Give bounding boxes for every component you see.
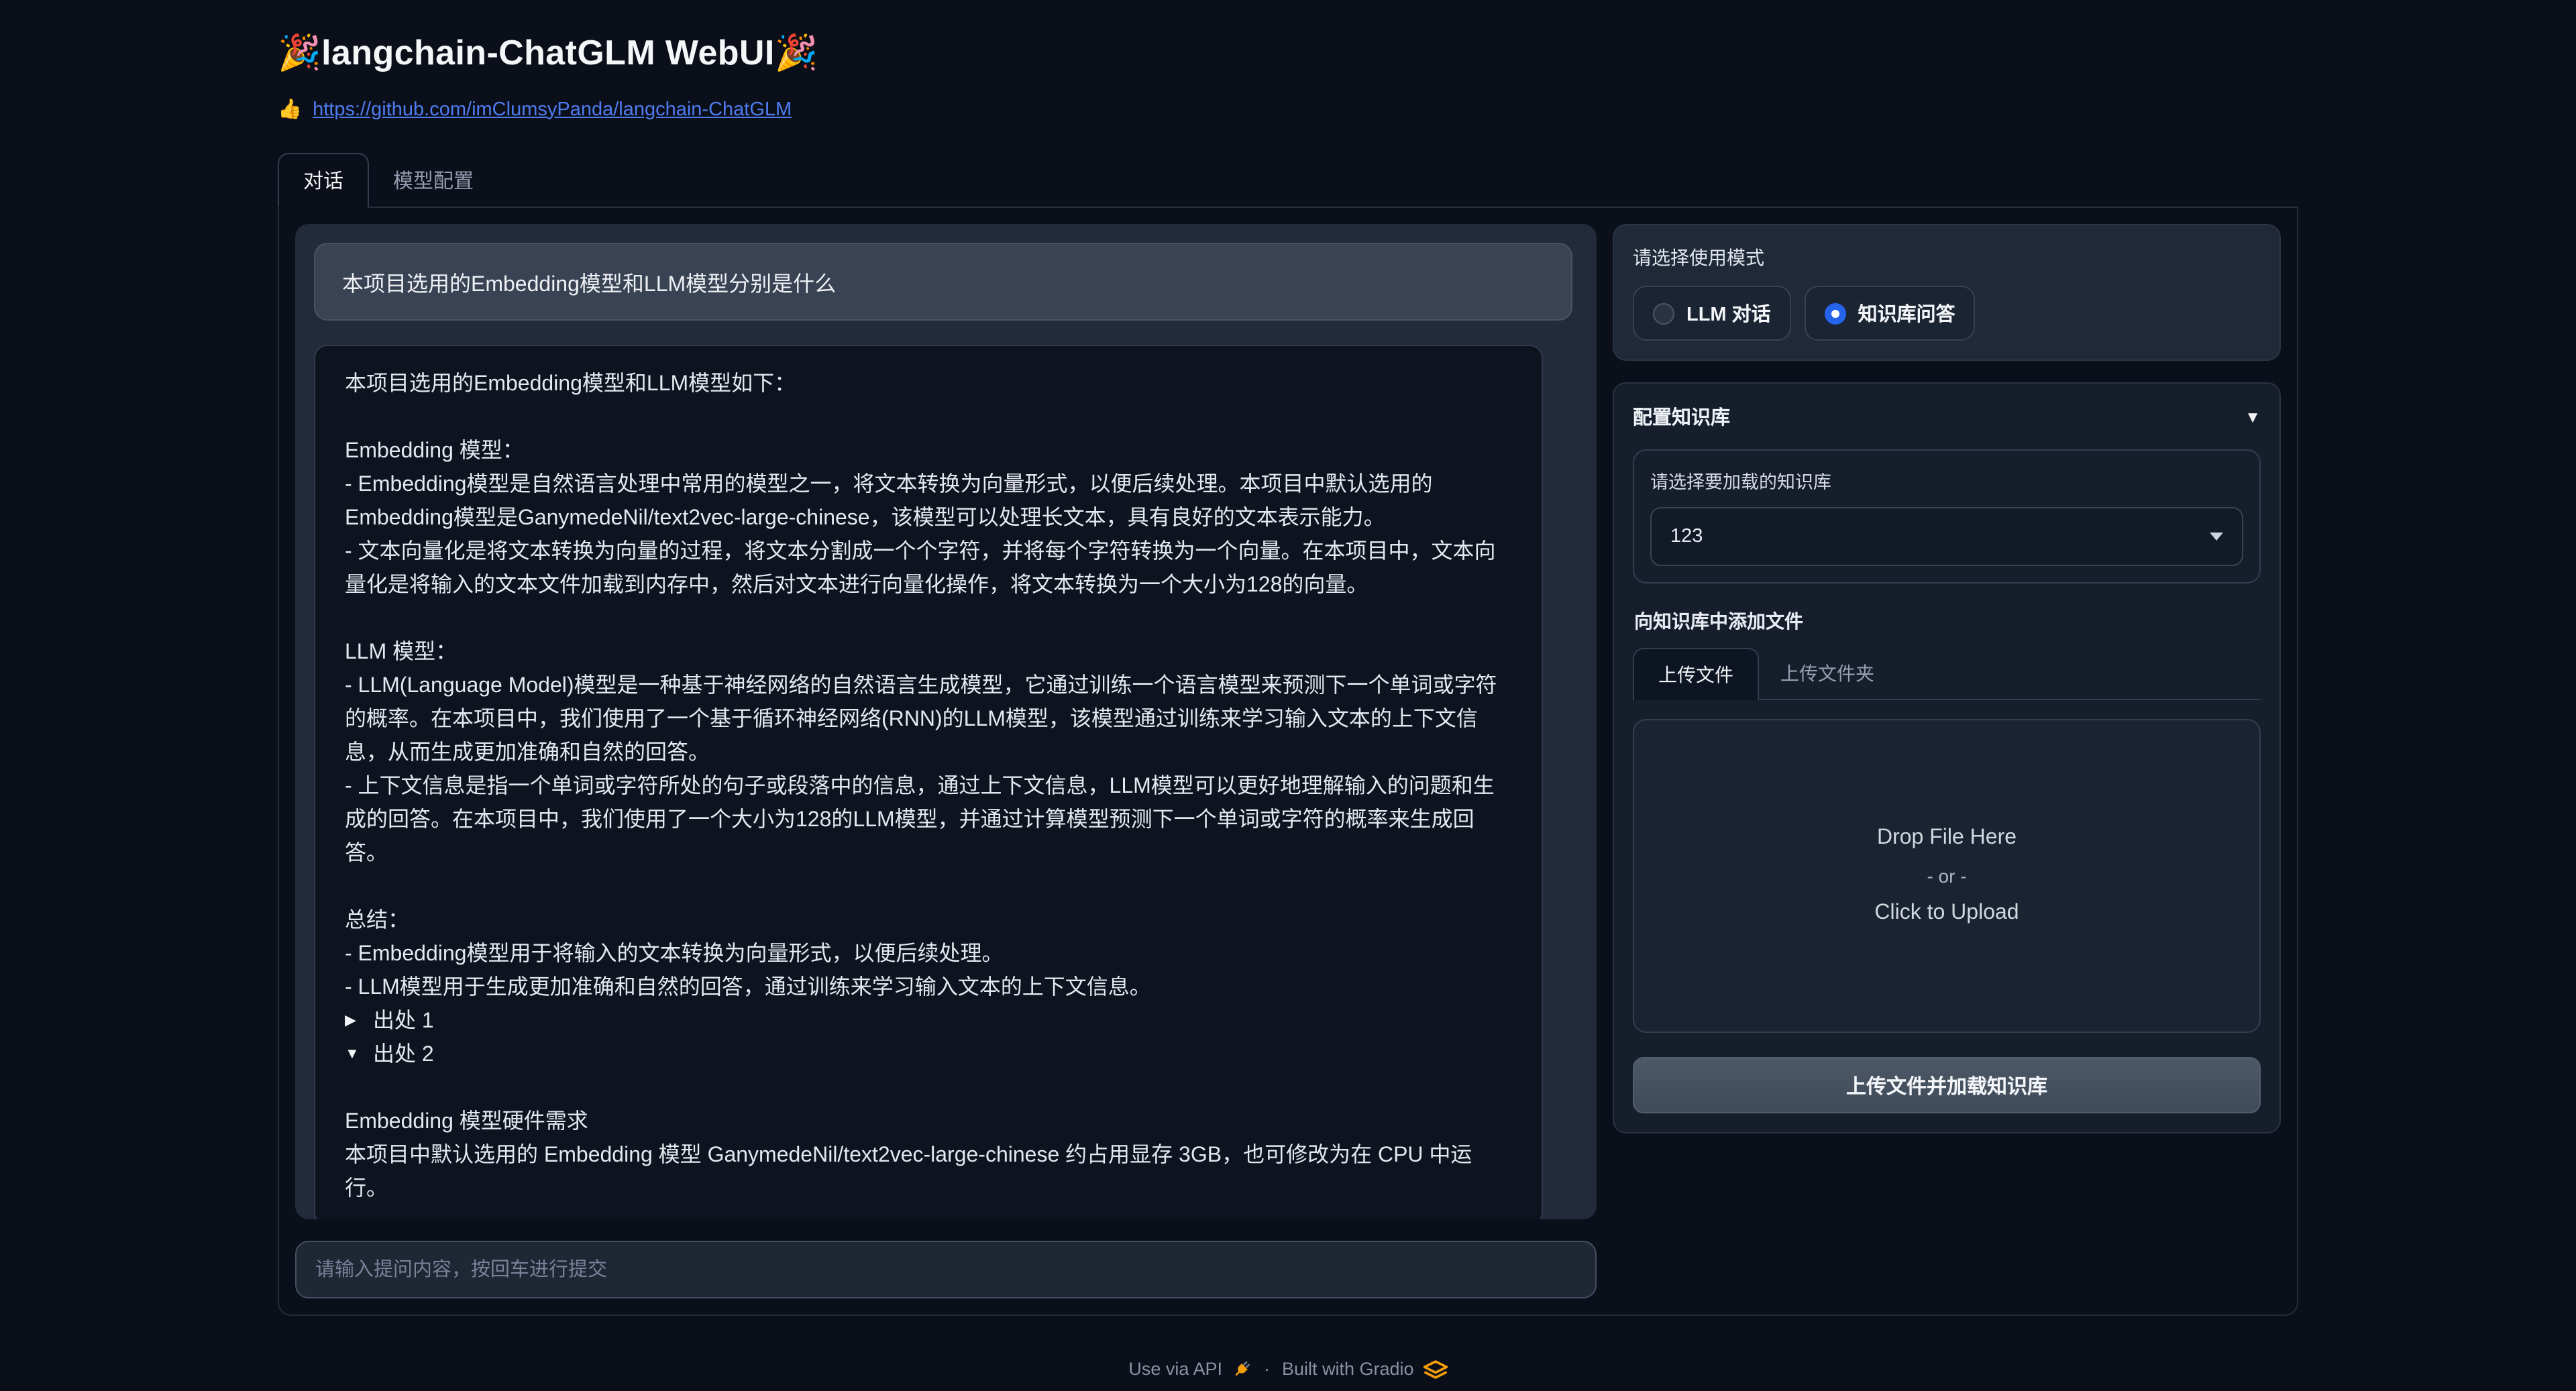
- question-input[interactable]: [295, 1241, 1597, 1298]
- footer-separator: ·: [1264, 1359, 1270, 1379]
- gradio-logo-icon: [1424, 1359, 1448, 1378]
- spacer: [345, 1072, 1512, 1105]
- source-2-content-body: 本项目中默认选用的 Embedding 模型 GanymedeNil/text2…: [345, 1139, 1512, 1206]
- bot-paragraph: - 上下文信息是指一个单词或字符所处的句子或段落中的信息，通过上下文信息，LLM…: [345, 770, 1512, 871]
- file-dropzone[interactable]: Drop File Here - or - Click to Upload: [1633, 719, 2261, 1033]
- use-via-api-link[interactable]: Use via API: [1128, 1359, 1252, 1379]
- kb-select-group: 请选择要加载的知识库 123: [1633, 449, 2261, 583]
- chatbot-window[interactable]: 本项目选用的Embedding模型和LLM模型分别是什么 本项目选用的Embed…: [295, 224, 1597, 1219]
- built-with-gradio-label: Built with Gradio: [1282, 1359, 1414, 1379]
- bot-paragraph: - Embedding模型用于将输入的文本转换为向量形式，以便后续处理。: [345, 938, 1512, 971]
- bot-section-heading: 总结：: [345, 904, 1512, 938]
- github-link-row: 👍 https://github.com/imClumsyPanda/langc…: [278, 98, 2298, 121]
- source-1-toggle[interactable]: ▶ 出处 1: [345, 1005, 1512, 1038]
- tab-upload-folder[interactable]: 上传文件夹: [1759, 648, 1896, 699]
- built-with-gradio-link[interactable]: Built with Gradio: [1282, 1359, 1448, 1379]
- bot-section-heading: LLM 模型：: [345, 636, 1512, 669]
- footer: Use via API · Built with Gradio: [278, 1359, 2298, 1379]
- bot-paragraph: - LLM模型用于生成更加准确和自然的回答，通过训练来学习输入文本的上下文信息。: [345, 971, 1512, 1005]
- bot-section-heading: Embedding 模型：: [345, 435, 1512, 468]
- github-link[interactable]: https://github.com/imClumsyPanda/langcha…: [313, 99, 792, 120]
- source-2-label: 出处 2: [373, 1038, 434, 1072]
- tab-model-config[interactable]: 模型配置: [369, 154, 498, 207]
- mode-select-label: 请选择使用模式: [1633, 244, 2261, 271]
- bot-paragraph: - 文本向量化是将文本转换为向量的过程，将文本分割成一个个字符，并将每个字符转换…: [345, 535, 1512, 602]
- use-via-api-label: Use via API: [1128, 1359, 1222, 1379]
- bot-paragraph: - Embedding模型是自然语言处理中常用的模型之一，将文本转换为向量形式，…: [345, 468, 1512, 535]
- page-title: 🎉langchain-ChatGLM WebUI🎉: [278, 32, 2298, 74]
- page-wrapper: 🎉langchain-ChatGLM WebUI🎉 👍 https://gith…: [278, 0, 2298, 1379]
- settings-column: 请选择使用模式 LLM 对话 知识库问答 配置知识库: [1613, 224, 2281, 1298]
- user-message-text: 本项目选用的Embedding模型和LLM模型分别是什么: [342, 274, 836, 296]
- user-message-bubble: 本项目选用的Embedding模型和LLM模型分别是什么: [314, 243, 1572, 321]
- spacer: [345, 871, 1512, 904]
- plug-icon: [1232, 1359, 1252, 1379]
- radio-unchecked-icon: [1653, 302, 1674, 324]
- bot-paragraph: - LLM(Language Model)模型是一种基于神经网络的自然语言生成模…: [345, 669, 1512, 770]
- source-2-content-title: Embedding 模型硬件需求: [345, 1105, 1512, 1139]
- source-1-label: 出处 1: [373, 1005, 434, 1038]
- thumbs-up-icon: 👍: [278, 98, 302, 121]
- question-input-row: [295, 1241, 1597, 1298]
- upload-and-load-kb-button[interactable]: 上传文件并加载知识库: [1633, 1057, 2261, 1113]
- collapsed-triangle-icon: ▶: [345, 1005, 361, 1038]
- radio-llm-chat-label: LLM 对话: [1686, 299, 1771, 327]
- upload-tab-bar: 上传文件 上传文件夹: [1633, 648, 2261, 700]
- kb-select-label: 请选择要加载的知识库: [1650, 467, 2243, 494]
- bot-message-bubble: 本项目选用的Embedding模型和LLM模型如下： Embedding 模型：…: [314, 345, 1543, 1219]
- kb-select-value: 123: [1670, 526, 1703, 547]
- spacer: [345, 602, 1512, 636]
- mode-select-block: 请选择使用模式 LLM 对话 知识库问答: [1613, 224, 2281, 361]
- spacer: [345, 401, 1512, 435]
- chat-column: 本项目选用的Embedding模型和LLM模型分别是什么 本项目选用的Embed…: [295, 224, 1597, 1298]
- accordion-header[interactable]: 配置知识库 ▼: [1633, 402, 2261, 431]
- kb-select-dropdown[interactable]: 123: [1650, 507, 2243, 566]
- radio-knowledge-qa-label: 知识库问答: [1858, 299, 1955, 327]
- dropzone-line-3: Click to Upload: [1874, 901, 2019, 926]
- knowledge-base-accordion: 配置知识库 ▼ 请选择要加载的知识库 123 向知识库中添加文件 上传文件 上传: [1613, 382, 2281, 1133]
- radio-knowledge-qa[interactable]: 知识库问答: [1805, 286, 1976, 341]
- chat-tab-panel: 本项目选用的Embedding模型和LLM模型分别是什么 本项目选用的Embed…: [278, 208, 2298, 1316]
- tab-chat[interactable]: 对话: [278, 153, 369, 208]
- radio-llm-chat[interactable]: LLM 对话: [1633, 286, 1791, 341]
- langchain-chatglm-webui: 🎉langchain-ChatGLM WebUI🎉 👍 https://gith…: [0, 0, 2576, 1391]
- radio-checked-icon: [1825, 302, 1846, 324]
- source-2-toggle[interactable]: ▼ 出处 2: [345, 1038, 1512, 1072]
- upload-button-label: 上传文件并加载知识库: [1846, 1071, 2047, 1099]
- add-files-label: 向知识库中添加文件: [1634, 608, 2261, 634]
- chevron-down-icon: ▼: [2245, 407, 2261, 426]
- tab-upload-file[interactable]: 上传文件: [1633, 648, 1759, 700]
- accordion-title: 配置知识库: [1633, 402, 1730, 431]
- dropzone-line-1: Drop File Here: [1877, 826, 2017, 850]
- mode-radio-group: LLM 对话 知识库问答: [1633, 286, 2261, 341]
- main-tab-bar: 对话 模型配置: [278, 153, 2298, 208]
- dropdown-caret-icon: [2210, 533, 2223, 541]
- bot-paragraph: 本项目选用的Embedding模型和LLM模型如下：: [345, 368, 1512, 401]
- expanded-triangle-icon: ▼: [345, 1038, 361, 1072]
- dropzone-line-2: - or -: [1927, 865, 1966, 887]
